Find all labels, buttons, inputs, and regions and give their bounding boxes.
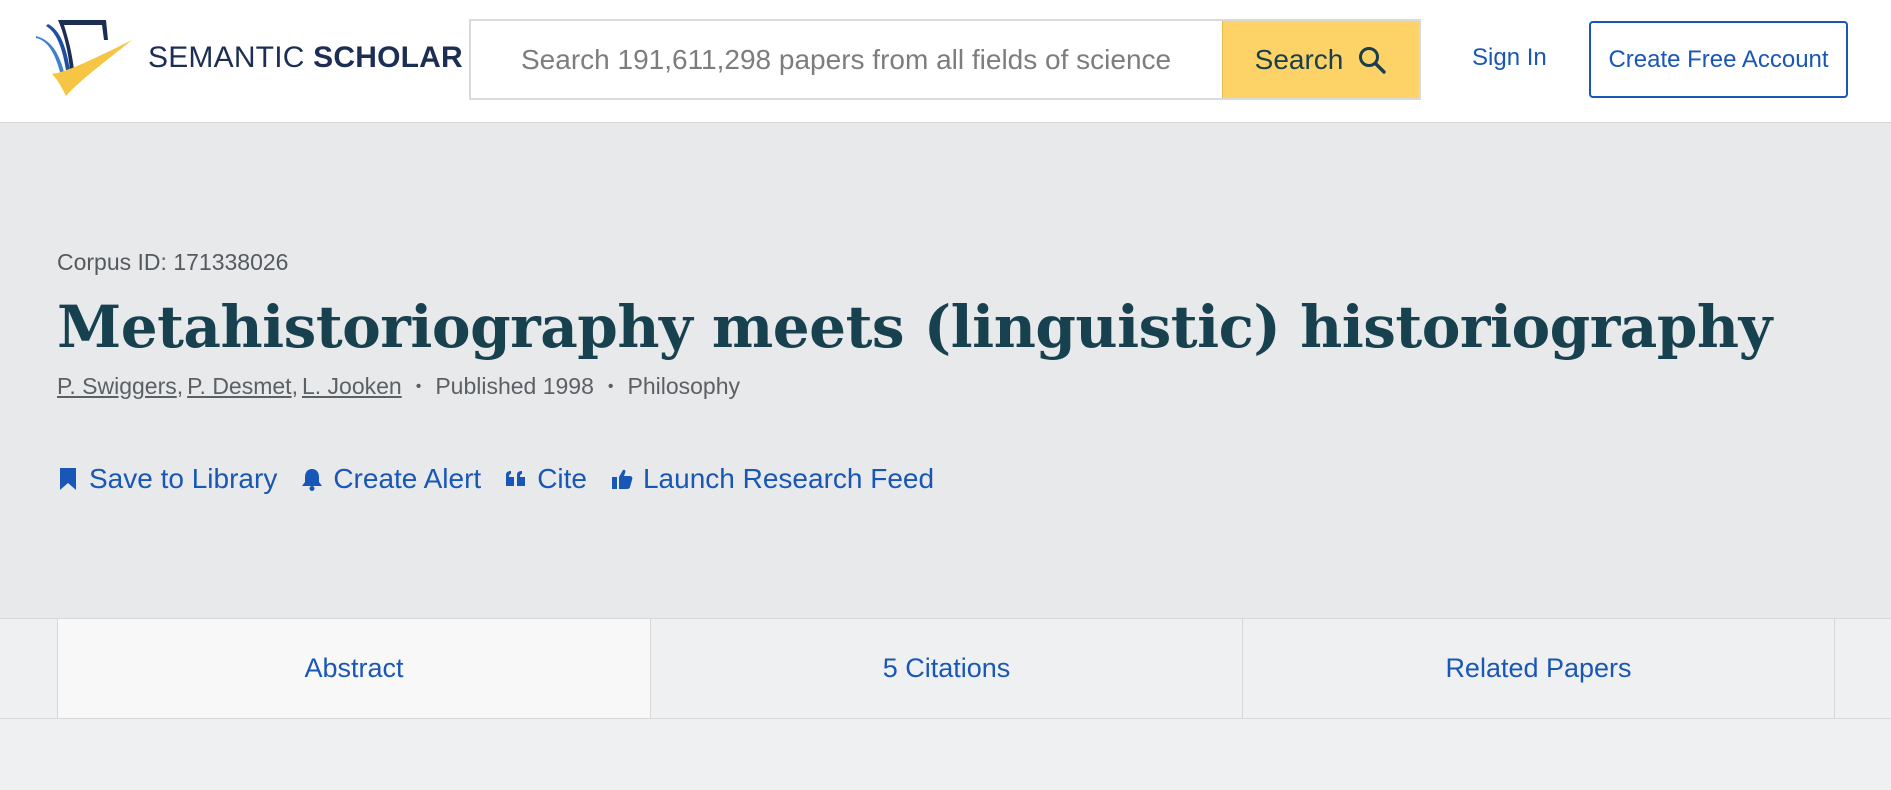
author-link[interactable]: L. Jooken xyxy=(302,373,402,400)
tab-divider xyxy=(1834,619,1835,718)
brand-name-light: SEMANTIC xyxy=(148,41,305,74)
launch-research-feed-label: Launch Research Feed xyxy=(642,463,935,494)
semantic-scholar-logo-icon xyxy=(36,20,132,96)
bookmark-icon xyxy=(60,468,76,490)
corpus-id: Corpus ID: 171338026 xyxy=(57,249,289,275)
launch-research-feed-button[interactable]: Launch Research Feed xyxy=(611,463,934,495)
meta-separator: • xyxy=(607,377,614,395)
author-link[interactable]: P. Swiggers xyxy=(57,373,177,400)
tab-citations[interactable]: 5 Citations xyxy=(650,619,1242,718)
meta-separator: • xyxy=(415,377,422,395)
save-to-library-label: Save to Library xyxy=(89,463,278,494)
create-alert-label: Create Alert xyxy=(333,463,482,494)
sign-in-link[interactable]: Sign In xyxy=(1472,44,1547,72)
author-separator: , xyxy=(176,373,184,399)
cite-button[interactable]: Cite xyxy=(505,463,587,495)
bell-icon xyxy=(302,469,323,491)
brand-name: SEMANTIC SCHOLAR xyxy=(148,41,463,75)
brand-logo[interactable]: SEMANTIC SCHOLAR xyxy=(32,20,463,96)
paper-tabs: Abstract 5 Citations Related Papers xyxy=(0,618,1891,719)
create-alert-button[interactable]: Create Alert xyxy=(301,463,481,495)
quote-icon xyxy=(506,471,526,486)
search-button-label: Search xyxy=(1254,43,1344,75)
field-of-study: Philosophy xyxy=(627,373,741,399)
search-input[interactable] xyxy=(471,21,1222,98)
paper-meta: P. Swiggers, P. Desmet, L. Jooken • Publ… xyxy=(57,373,740,400)
publication-date: Published 1998 xyxy=(435,373,594,399)
tab-abstract[interactable]: Abstract xyxy=(57,619,650,718)
create-account-label: Create Free Account xyxy=(1608,45,1829,73)
search-icon xyxy=(1359,46,1387,74)
save-to-library-button[interactable]: Save to Library xyxy=(57,463,277,495)
site-header: SEMANTIC SCHOLAR Search Sign In Create F… xyxy=(0,0,1891,123)
paper-title: Metahistoriography meets (linguistic) hi… xyxy=(57,293,1772,361)
create-account-button[interactable]: Create Free Account xyxy=(1589,21,1848,98)
cite-label: Cite xyxy=(537,463,587,494)
tab-related-papers-label: Related Papers xyxy=(1445,653,1632,683)
paper-header: Corpus ID: 171338026 Metahistoriography … xyxy=(0,123,1891,619)
search-button[interactable]: Search xyxy=(1222,21,1419,98)
tab-related-papers[interactable]: Related Papers xyxy=(1242,619,1834,718)
search-bar: Search xyxy=(469,19,1421,100)
author-separator: , xyxy=(291,373,298,399)
paper-actions: Save to Library Create Alert Cite Launch… xyxy=(57,463,958,495)
brand-name-bold: SCHOLAR xyxy=(313,41,463,74)
thumbs-up-icon xyxy=(611,469,633,489)
tab-abstract-label: Abstract xyxy=(304,653,404,683)
tab-citations-label: 5 Citations xyxy=(882,653,1011,683)
author-link[interactable]: P. Desmet xyxy=(187,373,291,400)
